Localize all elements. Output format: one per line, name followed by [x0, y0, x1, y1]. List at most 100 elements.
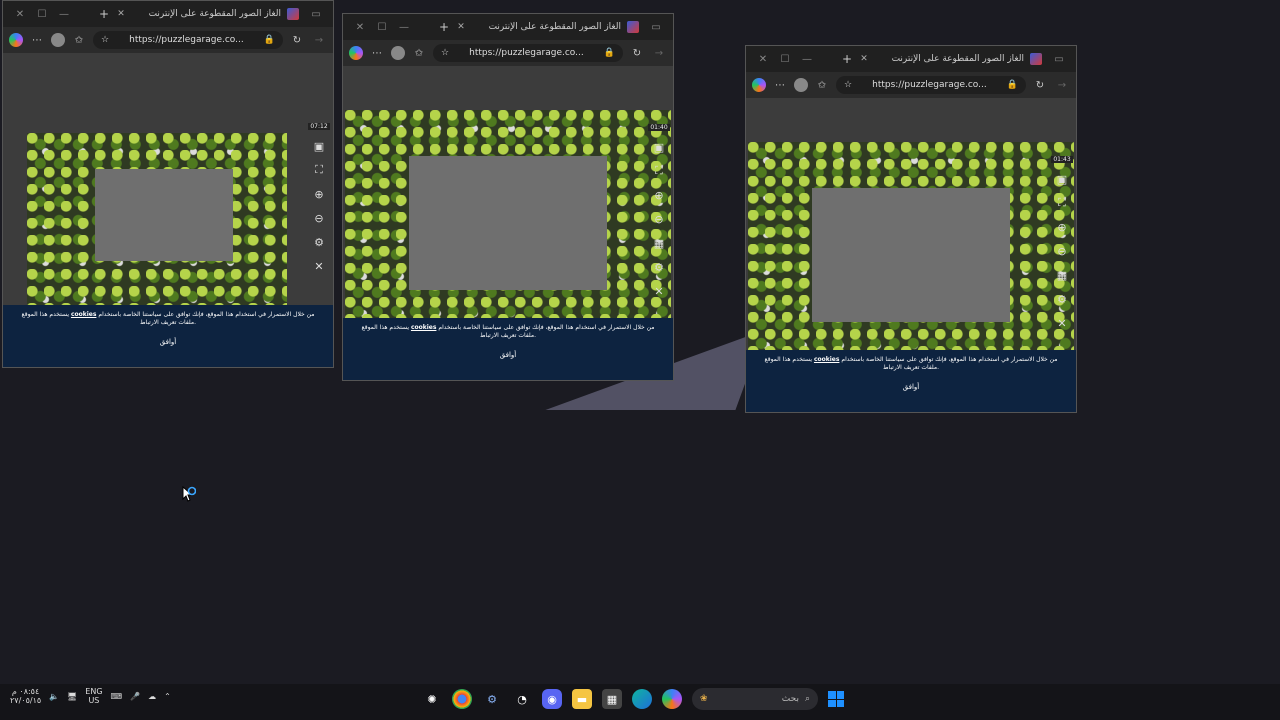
keyboard-icon[interactable]: ⌨: [111, 692, 123, 701]
zoom-out-icon[interactable]: ⊖: [311, 210, 327, 226]
profile-avatar[interactable]: [391, 46, 405, 60]
refresh-icon[interactable]: ↻: [289, 32, 305, 48]
copilot-icon[interactable]: [752, 78, 766, 92]
store-icon[interactable]: ▦: [602, 689, 622, 709]
copilot-icon[interactable]: [349, 46, 363, 60]
cookies-link[interactable]: cookies: [814, 356, 840, 363]
new-tab-button[interactable]: +: [838, 52, 856, 66]
page-content: 01:43 ▣ ⛶ ⊕ ⊖ ▦ ⚙ ✕ يستخدم هذا الموقع co…: [746, 98, 1076, 412]
fullscreen-icon[interactable]: ⛶: [311, 162, 327, 178]
zoom-out-icon[interactable]: ⊖: [651, 211, 667, 227]
microphone-icon[interactable]: 🎤: [130, 692, 140, 701]
more-icon[interactable]: ⋯: [772, 77, 788, 93]
network-icon[interactable]: 🖥: [67, 692, 77, 701]
close-window-button[interactable]: ✕: [752, 54, 774, 65]
close-window-button[interactable]: ✕: [349, 22, 371, 33]
copilot-icon[interactable]: [9, 33, 23, 47]
clock[interactable]: ٠٨:٥٤ م ٢٧/٠٥/١٥: [10, 687, 41, 706]
profile-avatar[interactable]: [794, 78, 808, 92]
favorites-icon[interactable]: ✩: [814, 77, 830, 93]
refresh-icon[interactable]: ↻: [629, 45, 645, 61]
settings-icon[interactable]: ⚙: [311, 234, 327, 250]
url-field[interactable]: ☆ https://puzzlegarage.co... 🔒: [93, 31, 283, 49]
minimize-button[interactable]: —: [393, 22, 415, 33]
zoom-in-icon[interactable]: ⊕: [651, 187, 667, 203]
image-icon[interactable]: ▣: [651, 139, 667, 155]
fullscreen-icon[interactable]: ⛶: [651, 163, 667, 179]
accept-button[interactable]: أوافق: [490, 349, 526, 363]
zoom-in-icon[interactable]: ⊕: [311, 186, 327, 202]
tab-actions-icon[interactable]: ▭: [645, 22, 667, 33]
url-field[interactable]: ☆ https://puzzlegarage.co... 🔒: [433, 44, 623, 62]
cookies-link[interactable]: cookies: [71, 311, 97, 318]
file-explorer-icon[interactable]: ▬: [572, 689, 592, 709]
title-bar[interactable]: ✕ ☐ — + ✕ ألغاز الصور المقطوعة على الإنت…: [746, 46, 1076, 72]
maximize-button[interactable]: ☐: [774, 54, 796, 65]
settings-icon[interactable]: ⚙: [651, 259, 667, 275]
puzzle-target-area[interactable]: [409, 156, 607, 290]
speaker-icon[interactable]: 🔈: [49, 692, 59, 701]
close-icon[interactable]: ✕: [651, 283, 667, 299]
close-icon[interactable]: ✕: [1054, 315, 1070, 331]
star-icon[interactable]: ☆: [844, 80, 852, 90]
minimize-button[interactable]: —: [796, 54, 818, 65]
settings-icon[interactable]: ⚙: [1054, 291, 1070, 307]
new-tab-button[interactable]: +: [95, 7, 113, 21]
url-field[interactable]: ☆ https://puzzlegarage.co... 🔒: [836, 76, 1026, 94]
refresh-icon[interactable]: ↻: [1032, 77, 1048, 93]
more-icon[interactable]: ⋯: [369, 45, 385, 61]
tab-title[interactable]: ألغاز الصور المقطوعة على الإنترنت: [469, 22, 627, 32]
browser-window-1[interactable]: ✕ ☐ — + ✕ ألغاز الصور المقطوعة على الإنت…: [2, 0, 334, 368]
taskbar-search[interactable]: ❀ بحث ⌕: [692, 688, 818, 710]
close-window-button[interactable]: ✕: [9, 9, 31, 20]
image-icon[interactable]: ▣: [311, 138, 327, 154]
edge-icon[interactable]: [632, 689, 652, 709]
chrome-icon[interactable]: [452, 689, 472, 709]
fullscreen-icon[interactable]: ⛶: [1054, 195, 1070, 211]
close-icon[interactable]: ✕: [311, 258, 327, 274]
grid-icon[interactable]: ▦: [651, 235, 667, 251]
clock-app-icon[interactable]: ◔: [512, 689, 532, 709]
browser-window-3[interactable]: ✕ ☐ — + ✕ ألغاز الصور المقطوعة على الإنت…: [745, 45, 1077, 413]
tab-close-button[interactable]: ✕: [453, 22, 469, 32]
star-icon[interactable]: ☆: [101, 35, 109, 45]
windows-start-icon[interactable]: [828, 691, 844, 707]
cookies-link[interactable]: cookies: [411, 324, 437, 331]
zoom-out-icon[interactable]: ⊖: [1054, 243, 1070, 259]
forward-icon[interactable]: →: [311, 32, 327, 48]
title-bar[interactable]: ✕ ☐ — + ✕ ألغاز الصور المقطوعة على الإنت…: [343, 14, 673, 40]
settings-app-icon[interactable]: ✺: [422, 689, 442, 709]
star-icon[interactable]: ☆: [441, 48, 449, 58]
favorites-icon[interactable]: ✩: [411, 45, 427, 61]
chevron-up-icon[interactable]: ⌃: [164, 692, 171, 701]
forward-icon[interactable]: →: [651, 45, 667, 61]
tab-title[interactable]: ألغاز الصور المقطوعة على الإنترنت: [872, 54, 1030, 64]
tab-close-button[interactable]: ✕: [113, 9, 129, 19]
copilot-app-icon[interactable]: [662, 689, 682, 709]
language-indicator[interactable]: ENG US: [85, 687, 102, 706]
zoom-in-icon[interactable]: ⊕: [1054, 219, 1070, 235]
more-icon[interactable]: ⋯: [29, 32, 45, 48]
discord-icon[interactable]: ◉: [542, 689, 562, 709]
title-bar[interactable]: ✕ ☐ — + ✕ ألغاز الصور المقطوعة على الإنت…: [3, 1, 333, 27]
tab-title[interactable]: ألغاز الصور المقطوعة على الإنترنت: [129, 9, 287, 19]
new-tab-button[interactable]: +: [435, 20, 453, 34]
puzzle-target-area[interactable]: [95, 169, 233, 261]
favorites-icon[interactable]: ✩: [71, 32, 87, 48]
maximize-button[interactable]: ☐: [31, 9, 53, 20]
accept-button[interactable]: أوافق: [150, 336, 186, 350]
gear-app-icon[interactable]: ⚙: [482, 689, 502, 709]
image-icon[interactable]: ▣: [1054, 171, 1070, 187]
profile-avatar[interactable]: [51, 33, 65, 47]
cloud-icon[interactable]: ☁: [148, 692, 156, 701]
maximize-button[interactable]: ☐: [371, 22, 393, 33]
grid-icon[interactable]: ▦: [1054, 267, 1070, 283]
tab-actions-icon[interactable]: ▭: [305, 9, 327, 20]
minimize-button[interactable]: —: [53, 9, 75, 20]
puzzle-target-area[interactable]: [812, 188, 1010, 322]
accept-button[interactable]: أوافق: [893, 381, 929, 395]
tab-close-button[interactable]: ✕: [856, 54, 872, 64]
browser-window-2[interactable]: ✕ ☐ — + ✕ ألغاز الصور المقطوعة على الإنت…: [342, 13, 674, 381]
tab-actions-icon[interactable]: ▭: [1048, 54, 1070, 65]
forward-icon[interactable]: →: [1054, 77, 1070, 93]
